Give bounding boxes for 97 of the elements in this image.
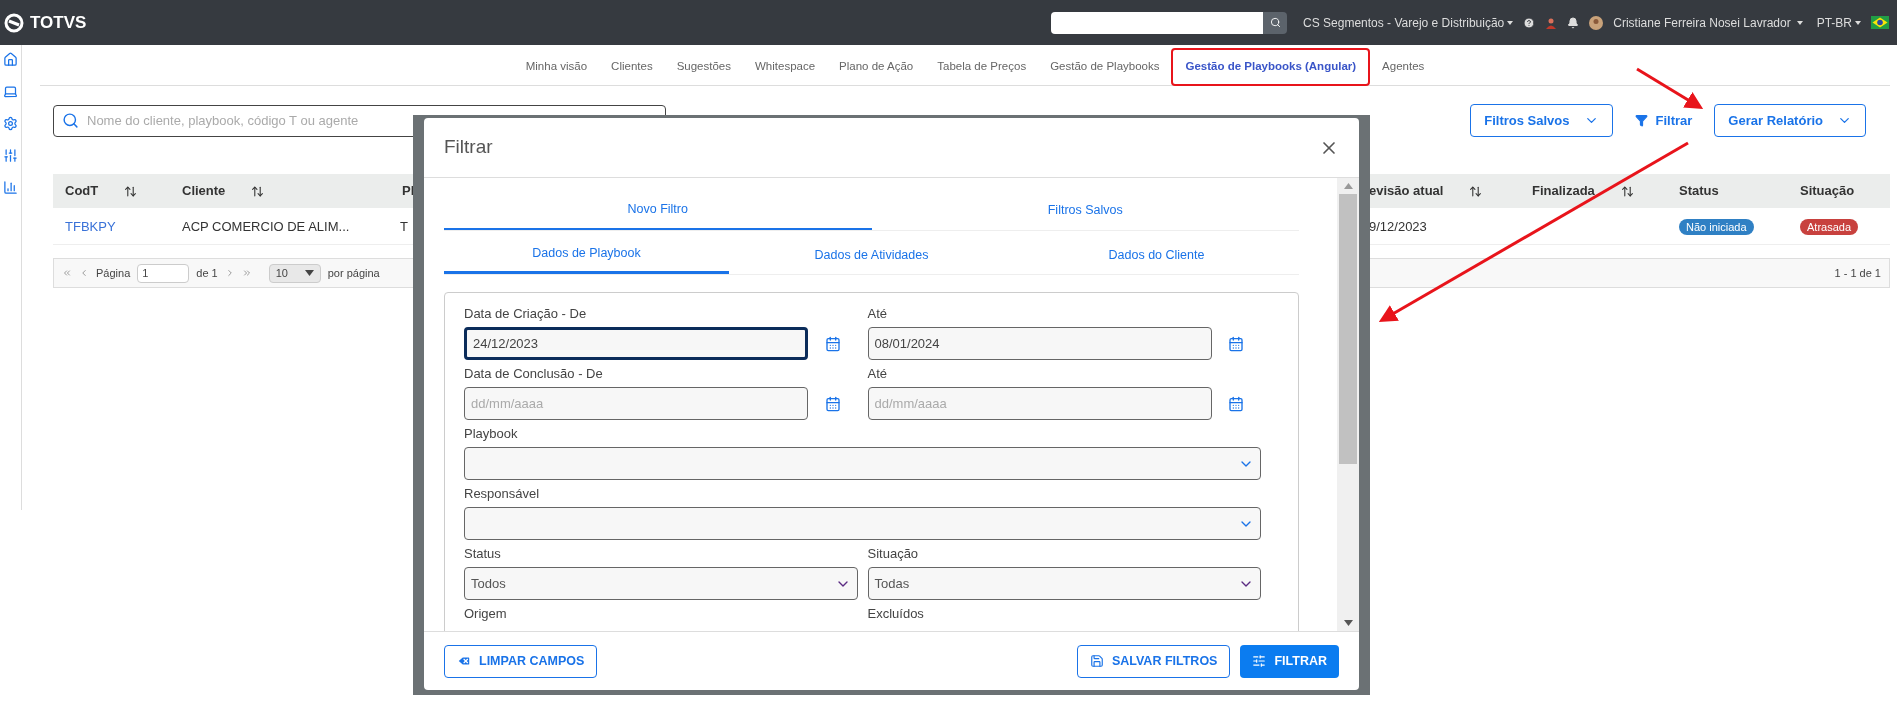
search-button[interactable] [1263,11,1288,34]
modal-title: Filtrar [444,135,493,160]
nav-tab[interactable]: Gestão de Playbooks (Angular) [1171,48,1371,86]
filter-button[interactable]: Filtrar [1634,110,1693,131]
range-label: 1 - 1 de 1 [1834,265,1881,281]
nav-tab[interactable]: Minha visão [513,58,600,76]
search-icon [62,112,79,129]
search-icon [1269,17,1281,28]
caret-icon [1855,20,1861,25]
nav-tab[interactable]: Gestão de Playbooks [1038,58,1172,76]
select-field[interactable] [464,447,1261,480]
bell-icon[interactable] [1567,16,1580,29]
scrollbar[interactable] [1337,178,1359,631]
field-label: Até [867,305,888,323]
settings-icon[interactable] [3,116,18,131]
sliders-icon [1252,654,1267,668]
caret-icon [1796,20,1803,25]
search-field[interactable] [1051,11,1264,34]
page-label: Página [96,265,131,281]
table-cell: ACP COMERCIO DE ALIM... [182,219,350,234]
field-label: Até [867,365,888,383]
logo-text: TOTVS [30,11,87,34]
sort-icon[interactable] [124,184,138,198]
nav-tab[interactable]: Plano de Ação [827,58,926,76]
funnel-icon [1634,114,1648,127]
modal-tab[interactable]: Novo Filtro [444,190,872,230]
date-field[interactable]: 08/01/2024 [867,327,1212,360]
person-icon[interactable] [1545,16,1558,29]
scroll-down-icon[interactable] [1343,620,1353,626]
field-label: Responsável [464,485,541,503]
nav-tab[interactable]: Agentes [1370,58,1437,76]
user-menu[interactable]: Cristiane Ferreira Nosei Lavrador [1613,13,1803,32]
laptop-icon[interactable] [3,84,18,99]
column-header[interactable]: Finalizada [1532,181,1595,201]
sort-icon[interactable] [251,184,265,198]
sort-icon[interactable] [1620,184,1634,198]
logo-icon [4,12,24,33]
column-header[interactable]: Pl [402,181,415,201]
modal-tab[interactable]: Filtros Salvos [871,190,1299,230]
column-header[interactable]: Status [1679,181,1719,201]
home-icon[interactable] [3,52,18,67]
column-header[interactable]: evisão atual [1369,181,1444,201]
sliders-icon[interactable] [3,148,18,163]
dropdown-button[interactable]: Filtros Salvos [1470,104,1613,137]
column-header[interactable]: CodT [65,181,99,201]
page-field[interactable]: 1 [137,263,190,283]
field-label: Data de Conclusão - De [464,365,604,383]
nav-tab[interactable]: Clientes [599,58,665,76]
nav-tab[interactable]: Sugestões [664,58,743,76]
language-menu[interactable]: PT-BR [1816,13,1861,32]
section-tab[interactable]: Dados de Playbook [444,236,729,274]
sort-icon[interactable] [1469,184,1483,198]
date-field[interactable]: 24/12/2023 [464,327,809,360]
save-icon [1089,654,1104,668]
dropdown-button[interactable]: Gerar Relatório [1714,104,1866,137]
column-header[interactable]: Situação [1800,181,1855,201]
select-field[interactable]: Todos [464,567,858,600]
segment-menu[interactable]: CS Segmentos - Varejo e Distribuição [1303,13,1514,32]
page-count: de 1 [196,265,218,281]
table-cell: T [400,219,408,234]
nav-tab[interactable]: Tabela de Preços [925,58,1039,76]
code-link[interactable]: TFBKPY [65,219,116,234]
modal-button[interactable]: FILTRAR [1240,644,1339,678]
status-badge: Não iniciada [1679,219,1754,235]
field-label: Playbook [464,425,519,443]
date-field[interactable]: dd/mm/aaaa [867,387,1212,420]
flag-icon[interactable] [1871,16,1889,29]
table-cell: 9/12/2023 [1369,219,1427,234]
modal-button[interactable]: LIMPAR CAMPOS [444,644,598,678]
arrow [1636,67,1704,110]
section-tab[interactable]: Dados do Cliente [1014,236,1299,274]
field-label: Origem [464,605,508,623]
column-header[interactable]: Cliente [182,181,226,201]
modal-button[interactable]: SALVAR FILTROS [1076,644,1231,678]
select-field[interactable]: Todas [867,567,1261,600]
nav-tab[interactable]: Whitespace [743,58,828,76]
eraser-icon [457,654,471,668]
page-size-select[interactable]: 10 [268,263,321,283]
calendar-icon[interactable] [1228,395,1245,412]
section-tab[interactable]: Dados de Atividades [729,236,1014,274]
avatar-icon[interactable] [1589,15,1604,30]
scroll-up-icon[interactable] [1343,183,1353,189]
field-label: Situação [867,545,920,563]
date-field[interactable]: dd/mm/aaaa [464,387,809,420]
chart-icon[interactable] [3,180,18,195]
select-field[interactable] [464,507,1261,540]
field-label: Status [464,545,502,563]
caret-icon[interactable] [304,270,314,276]
field-label: Excluídos [867,605,925,623]
per-page-label: por página [327,265,380,281]
situation-badge: Atrasada [1800,219,1859,235]
calendar-icon[interactable] [824,395,841,412]
calendar-icon[interactable] [824,335,841,352]
calendar-icon[interactable] [1228,335,1245,352]
caret-icon [1507,20,1514,25]
field-label: Data de Criação - De [464,305,588,323]
help-icon[interactable] [1523,16,1536,29]
